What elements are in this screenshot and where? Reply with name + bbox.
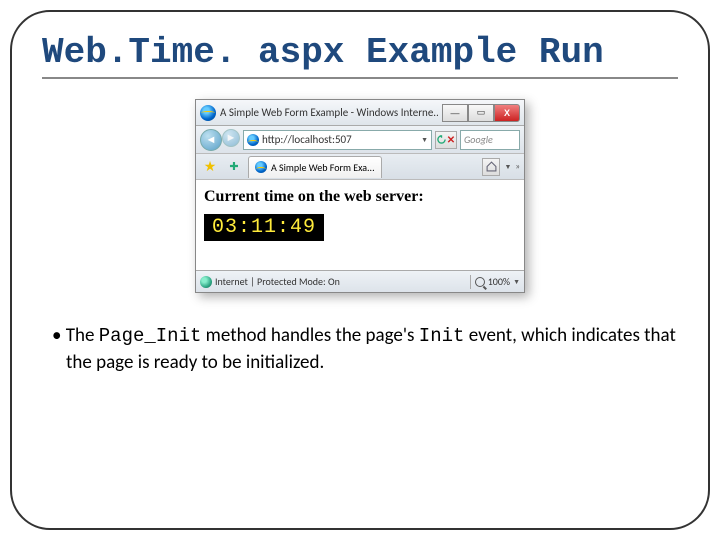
tab-toolbar: ★ ✚ A Simple Web Form Exa... ▼ » xyxy=(196,154,524,180)
toolbar-chevron-icon[interactable]: » xyxy=(515,161,520,172)
home-icon xyxy=(486,161,497,172)
code-init: Init xyxy=(419,325,465,347)
maximize-button[interactable]: ▭ xyxy=(468,104,494,122)
forward-button[interactable]: ► xyxy=(222,129,240,147)
page-content: Current time on the web server: 03:11:49 xyxy=(196,180,524,270)
zoom-control[interactable]: 100% ▼ xyxy=(475,275,520,288)
zoom-icon xyxy=(475,277,485,287)
address-bar[interactable]: http://localhost:507 ▼ xyxy=(243,130,432,150)
url-dropdown-icon[interactable]: ▼ xyxy=(421,135,428,144)
home-dropdown-icon[interactable]: ▼ xyxy=(504,162,511,171)
close-button[interactable]: X xyxy=(494,104,520,122)
time-display: 03:11:49 xyxy=(204,214,324,241)
zoom-dropdown-icon[interactable]: ▼ xyxy=(513,277,520,286)
slide-title: Web.Time. aspx Example Run xyxy=(42,32,678,79)
window-title: A Simple Web Form Example - Windows Inte… xyxy=(220,106,438,119)
minimize-button[interactable]: — xyxy=(442,104,468,122)
slide-frame: Web.Time. aspx Example Run A Simple Web … xyxy=(10,10,710,530)
internet-zone-icon xyxy=(200,276,212,288)
zoom-value: 100% xyxy=(488,275,510,288)
page-heading: Current time on the web server: xyxy=(204,188,516,206)
status-left: Internet | Protected Mode: On xyxy=(200,275,466,288)
search-box[interactable]: Google xyxy=(460,130,520,150)
status-text: Internet | Protected Mode: On xyxy=(215,275,340,288)
status-bar: Internet | Protected Mode: On 100% ▼ xyxy=(196,270,524,292)
stop-icon: ✕ xyxy=(447,133,455,146)
nav-toolbar: ◄ ► http://localhost:507 ▼ ✕ Google xyxy=(196,126,524,154)
browser-window: A Simple Web Form Example - Windows Inte… xyxy=(195,99,525,293)
home-button[interactable] xyxy=(482,158,500,176)
url-text: http://localhost:507 xyxy=(262,133,418,146)
add-favorites-icon[interactable]: ✚ xyxy=(224,157,244,177)
nav-arrows: ◄ ► xyxy=(200,129,240,151)
back-button[interactable]: ◄ xyxy=(200,129,222,151)
code-page-init: Page_Init xyxy=(99,325,202,347)
window-controls: — ▭ X xyxy=(442,104,520,122)
bullet-text: The Page_Init method handles the page's … xyxy=(42,323,678,375)
tab-page-icon xyxy=(255,161,267,173)
window-titlebar: A Simple Web Form Example - Windows Inte… xyxy=(196,100,524,126)
active-tab[interactable]: A Simple Web Form Exa... xyxy=(248,156,382,178)
search-placeholder: Google xyxy=(464,133,493,146)
ie-icon xyxy=(200,105,216,121)
refresh-icon xyxy=(437,135,446,144)
refresh-stop-button[interactable]: ✕ xyxy=(435,131,457,149)
favorites-star-icon[interactable]: ★ xyxy=(200,157,220,177)
page-icon xyxy=(247,134,259,146)
tab-title: A Simple Web Form Exa... xyxy=(271,161,375,174)
